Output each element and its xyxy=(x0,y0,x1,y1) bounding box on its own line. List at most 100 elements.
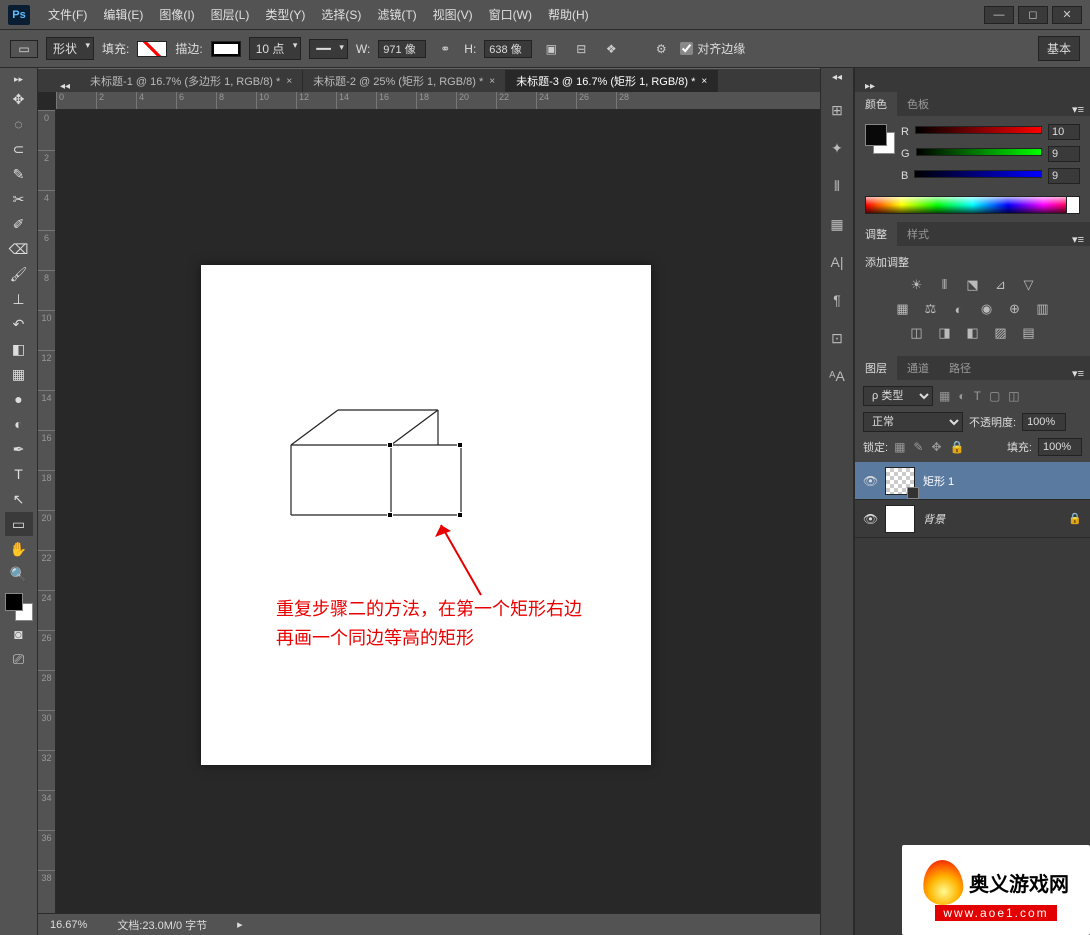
eyedropper-tool[interactable]: ✐ xyxy=(5,212,33,236)
char-styles-panel-icon[interactable]: ᴬA xyxy=(827,366,847,386)
actions-panel-icon[interactable]: ⊡ xyxy=(827,328,847,348)
levels-icon[interactable]: ⫴ xyxy=(936,276,954,294)
opacity-input[interactable] xyxy=(1022,413,1066,431)
brush-tool[interactable]: 🖌 xyxy=(5,262,33,286)
selective-color-icon[interactable]: ▤ xyxy=(1020,324,1038,342)
workspace-button[interactable]: 基本 xyxy=(1038,36,1080,61)
shape-mode-dropdown[interactable]: 形状 xyxy=(46,37,94,60)
vibrance-icon[interactable]: ▽ xyxy=(1020,276,1038,294)
layer-item-background[interactable]: 👁 背景 🔒 xyxy=(855,500,1090,538)
zoom-level[interactable]: 16.67% xyxy=(50,919,87,931)
path-arrangement-icon[interactable]: ❖ xyxy=(600,38,622,60)
menu-layer[interactable]: 图层(L) xyxy=(203,6,258,23)
quick-selection-tool[interactable]: ✎ xyxy=(5,162,33,186)
hand-tool[interactable]: ✋ xyxy=(5,537,33,561)
gradient-map-icon[interactable]: ▨ xyxy=(992,324,1010,342)
paragraph-panel-icon[interactable]: ¶ xyxy=(827,290,847,310)
path-operations-icon[interactable]: ▣ xyxy=(540,38,562,60)
healing-brush-tool[interactable]: ⌫ xyxy=(5,237,33,261)
gradient-tool[interactable]: ▦ xyxy=(5,362,33,386)
height-input[interactable] xyxy=(484,40,532,58)
lock-transparency-icon[interactable]: ▦ xyxy=(894,440,905,454)
rectangle-tool[interactable]: ▭ xyxy=(5,512,33,536)
screen-mode-icon[interactable]: ⎚ xyxy=(5,647,33,671)
layer-name[interactable]: 背景 xyxy=(923,511,945,527)
b-slider[interactable] xyxy=(914,170,1042,182)
panel-menu-icon[interactable]: ▾≡ xyxy=(1066,233,1090,246)
styles-tab[interactable]: 样式 xyxy=(897,222,939,246)
crop-tool[interactable]: ✂ xyxy=(5,187,33,211)
type-tool[interactable]: T xyxy=(5,462,33,486)
lookup-icon[interactable]: ▥ xyxy=(1034,300,1052,318)
g-slider[interactable] xyxy=(916,148,1042,160)
lock-pixels-icon[interactable]: ✎ xyxy=(913,440,923,454)
filter-type-icon[interactable]: T xyxy=(974,389,981,403)
color-preview-swatches[interactable] xyxy=(865,124,895,154)
history-panel-icon[interactable]: ⊞ xyxy=(827,100,847,120)
close-icon[interactable]: × xyxy=(701,76,707,87)
menu-filter[interactable]: 滤镜(T) xyxy=(369,6,424,23)
menu-help[interactable]: 帮助(H) xyxy=(540,6,597,23)
paths-tab[interactable]: 路径 xyxy=(939,356,981,380)
align-edges-checkbox[interactable]: 对齐边缘 xyxy=(680,40,745,57)
layer-thumbnail[interactable] xyxy=(885,505,915,533)
filter-shape-icon[interactable]: ▢ xyxy=(989,389,1000,403)
stroke-style-dropdown[interactable]: ━━ xyxy=(309,39,347,59)
filter-smart-icon[interactable]: ◫ xyxy=(1008,389,1019,403)
layers-tab[interactable]: 图层 xyxy=(855,356,897,380)
layer-name[interactable]: 矩形 1 xyxy=(923,473,954,489)
gear-icon[interactable]: ⚙ xyxy=(650,38,672,60)
posterize-icon[interactable]: ◨ xyxy=(936,324,954,342)
blur-tool[interactable]: ● xyxy=(5,387,33,411)
panel-menu-icon[interactable]: ▾≡ xyxy=(1066,367,1090,380)
panel-collapse-icon[interactable]: ▸▸ xyxy=(859,81,881,92)
hsl-icon[interactable]: ▦ xyxy=(894,300,912,318)
history-brush-tool[interactable]: ↶ xyxy=(5,312,33,336)
zoom-tool[interactable]: 🔍 xyxy=(5,562,33,586)
swatches-panel-icon[interactable]: ▦ xyxy=(827,214,847,234)
width-input[interactable] xyxy=(378,40,426,58)
menu-file[interactable]: 文件(F) xyxy=(40,6,95,23)
expand-icon[interactable]: ▸▸ xyxy=(5,72,33,86)
brightness-icon[interactable]: ☀ xyxy=(908,276,926,294)
bw-icon[interactable]: ◐ xyxy=(950,300,968,318)
fill-input[interactable] xyxy=(1038,438,1082,456)
curves-icon[interactable]: ⬔ xyxy=(964,276,982,294)
panel-menu-icon[interactable]: ▾≡ xyxy=(1066,103,1090,116)
invert-icon[interactable]: ◫ xyxy=(908,324,926,342)
lasso-tool[interactable]: ⊂ xyxy=(5,137,33,161)
visibility-icon[interactable]: 👁 xyxy=(863,474,877,488)
menu-window[interactable]: 窗口(W) xyxy=(481,6,540,23)
stroke-width-dropdown[interactable]: 10 点 xyxy=(249,37,302,60)
photo-filter-icon[interactable]: ◉ xyxy=(978,300,996,318)
menu-image[interactable]: 图像(I) xyxy=(151,6,202,23)
doc-tab-1[interactable]: 未标题-1 @ 16.7% (多边形 1, RGB/8) *× xyxy=(80,70,303,92)
dodge-tool[interactable]: ◐ xyxy=(5,412,33,436)
doc-tab-2[interactable]: 未标题-2 @ 25% (矩形 1, RGB/8) *× xyxy=(303,70,506,92)
color-balance-icon[interactable]: ⚖ xyxy=(922,300,940,318)
close-icon[interactable]: × xyxy=(286,76,292,87)
stroke-swatch[interactable] xyxy=(211,41,241,57)
doc-tab-3[interactable]: 未标题-3 @ 16.7% (矩形 1, RGB/8) *× xyxy=(506,70,718,92)
layer-filter-dropdown[interactable]: ρ 类型 xyxy=(863,386,933,406)
menu-edit[interactable]: 编辑(E) xyxy=(95,6,151,23)
menu-view[interactable]: 视图(V) xyxy=(425,6,481,23)
lock-all-icon[interactable]: 🔒 xyxy=(950,440,965,454)
close-icon[interactable]: × xyxy=(489,76,495,87)
channel-mixer-icon[interactable]: ⊕ xyxy=(1006,300,1024,318)
r-slider[interactable] xyxy=(915,126,1042,138)
minimize-button[interactable]: — xyxy=(984,6,1014,24)
tool-preset-icon[interactable]: ▭ xyxy=(10,40,38,58)
selection-handle[interactable] xyxy=(387,442,393,448)
threshold-icon[interactable]: ◧ xyxy=(964,324,982,342)
visibility-icon[interactable]: 👁 xyxy=(863,512,877,526)
quick-mask-icon[interactable]: ◙ xyxy=(5,622,33,646)
clone-stamp-tool[interactable]: ⊥ xyxy=(5,287,33,311)
link-dimensions-icon[interactable]: ⚭ xyxy=(434,38,456,60)
menu-type[interactable]: 类型(Y) xyxy=(257,6,313,23)
navigator-panel-icon[interactable]: ✦ xyxy=(827,138,847,158)
r-input[interactable] xyxy=(1048,124,1080,140)
histogram-panel-icon[interactable]: ⫴ xyxy=(827,176,847,196)
swatches-tab[interactable]: 色板 xyxy=(897,92,939,116)
path-alignment-icon[interactable]: ⊟ xyxy=(570,38,592,60)
